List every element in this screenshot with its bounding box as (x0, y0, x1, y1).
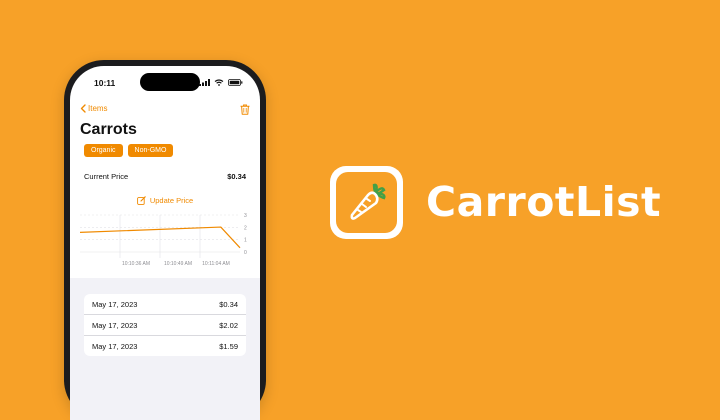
chevron-left-icon (80, 104, 86, 113)
app-icon (330, 166, 403, 239)
chart-x-tick-label: 10:10:36 AM (122, 261, 150, 267)
chart-y-tick-label: 2 (244, 225, 247, 231)
update-price-button[interactable]: Update Price (70, 196, 260, 205)
update-price-label: Update Price (150, 196, 193, 205)
chart-y-tick-label: 1 (244, 238, 247, 244)
history-date: May 17, 2023 (92, 342, 137, 351)
edit-icon (137, 196, 146, 205)
chart-x-tick-label: 10:10:49 AM (164, 261, 192, 267)
app-icon-inner (336, 172, 397, 233)
current-price-value: $0.34 (227, 172, 246, 181)
dynamic-island (140, 73, 200, 91)
back-label: Items (88, 104, 108, 113)
history-row[interactable]: May 17, 2023 $0.34 (84, 294, 246, 315)
tag-non-gmo[interactable]: Non-GMO (128, 144, 174, 157)
history-row[interactable]: May 17, 2023 $2.02 (84, 315, 246, 336)
chart-y-tick-label: 3 (244, 213, 247, 219)
tag-organic[interactable]: Organic (84, 144, 123, 157)
history-price: $0.34 (219, 300, 238, 309)
phone-screen: 10:11 Items (70, 66, 260, 420)
price-history-chart: 0 1 2 3 10:10:36 AM 10:10:49 AM 10:11:04 AM (80, 211, 256, 271)
history-date: May 17, 2023 (92, 300, 137, 309)
page-title: Carrots (80, 121, 137, 139)
carrot-icon (346, 182, 388, 224)
signal-icon (199, 79, 210, 86)
phone-frame: 10:11 Items (64, 60, 266, 420)
price-history-list: May 17, 2023 $0.34 May 17, 2023 $2.02 Ma… (84, 294, 246, 356)
current-price-row: Current Price $0.34 (84, 172, 246, 181)
history-row[interactable]: May 17, 2023 $1.59 (84, 336, 246, 356)
history-date: May 17, 2023 (92, 321, 137, 330)
history-price: $1.59 (219, 342, 238, 351)
status-time: 10:11 (94, 78, 115, 88)
app-name: CarrotList (426, 178, 661, 226)
tag-list: Organic Non-GMO (84, 144, 173, 157)
wifi-icon (214, 79, 224, 86)
current-price-label: Current Price (84, 172, 128, 181)
status-icons (199, 79, 243, 86)
delete-button[interactable] (240, 102, 250, 120)
history-price: $2.02 (219, 321, 238, 330)
battery-icon (228, 79, 243, 86)
chart-y-tick-label: 0 (244, 250, 247, 256)
chart-x-tick-label: 10:11:04 AM (202, 261, 230, 267)
back-button[interactable]: Items (80, 104, 108, 113)
trash-icon (240, 104, 250, 115)
